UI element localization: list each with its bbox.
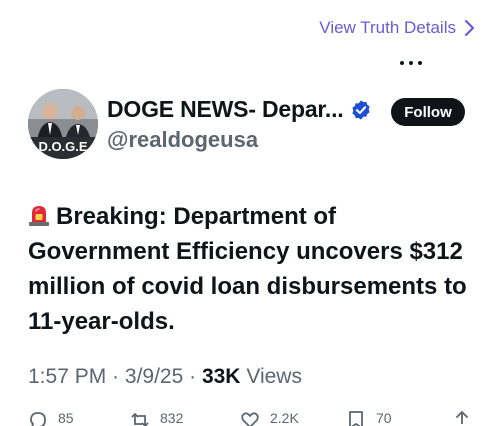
heart-icon (241, 412, 259, 426)
siren-emoji-icon (29, 206, 49, 226)
user-handle[interactable]: @realdogeusa (107, 127, 258, 153)
display-name[interactable]: DOGE NEWS- Depar... (107, 96, 344, 123)
avatar[interactable]: D.O.G.E (28, 89, 98, 159)
reply-count: 85 (58, 410, 74, 426)
bookmark-button[interactable]: 70 (346, 410, 392, 426)
verified-badge-icon (352, 100, 370, 120)
views-label: Views (240, 365, 302, 388)
avatar-image: D.O.G.E (28, 89, 98, 159)
like-button[interactable]: 2.2K (240, 410, 299, 426)
post-body: Breaking: Department of Government Effic… (28, 199, 478, 339)
reply-button[interactable]: 85 (28, 410, 74, 426)
like-count: 2.2K (270, 410, 299, 426)
view-truth-details-link[interactable]: View Truth Details (319, 18, 476, 38)
share-icon (456, 410, 468, 424)
post-date: 3/9/25 (124, 365, 184, 388)
post-time: 1:57 PM (28, 365, 107, 388)
action-bar: 85 832 2.2K 70 (28, 410, 478, 426)
repost-button[interactable]: 832 (130, 410, 183, 426)
repost-count: 832 (160, 410, 184, 426)
chevron-right-icon (464, 19, 475, 37)
follow-button[interactable]: Follow (391, 98, 465, 126)
share-button[interactable] (452, 410, 472, 426)
meta-separator: · (183, 365, 202, 388)
svg-text:D.O.G.E: D.O.G.E (38, 139, 87, 154)
post-meta: 1:57 PM · 3/9/25 · 33K Views (28, 365, 302, 389)
view-truth-details-label: View Truth Details (319, 18, 456, 37)
post-text: Breaking: Department of Government Effic… (28, 203, 467, 335)
bookmark-icon (349, 411, 363, 426)
reply-icon (30, 412, 46, 426)
bookmark-count: 70 (376, 410, 392, 426)
repost-icon (131, 412, 149, 426)
meta-separator: · (106, 365, 125, 388)
views-count: 33K (201, 365, 241, 388)
more-options-icon[interactable] (398, 58, 424, 66)
